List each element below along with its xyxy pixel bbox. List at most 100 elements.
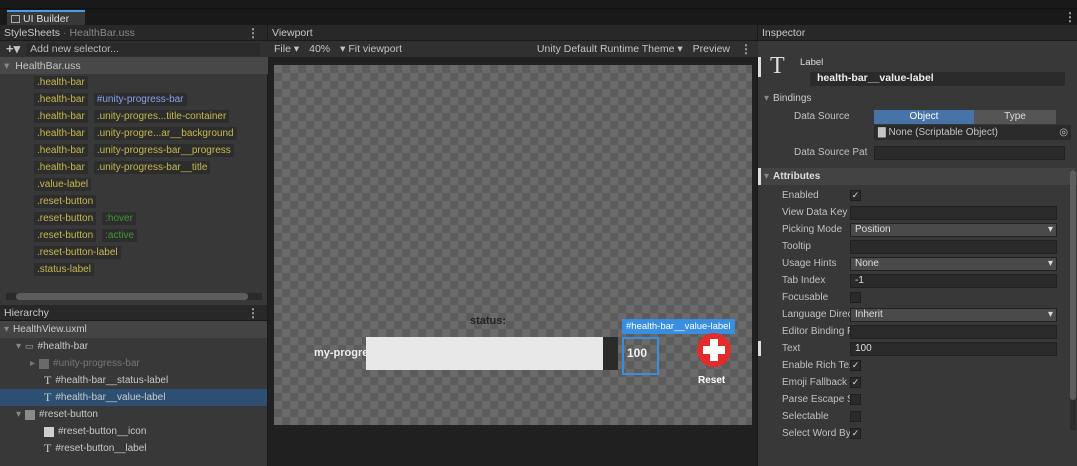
- scrollbar-thumb[interactable]: [16, 293, 248, 300]
- selector-row[interactable]: .reset-button: [0, 193, 268, 210]
- attribute-input[interactable]: 100: [850, 341, 1057, 356]
- selector-row[interactable]: .health-bar .unity-progres...title-contai…: [0, 108, 268, 125]
- tree-item-uxml[interactable]: ▾ HealthView.uxml: [0, 321, 267, 338]
- tree-item-label: #unity-progress-bar: [53, 358, 140, 369]
- attribute-row: Emoji Fallback Sup✓: [758, 374, 1069, 391]
- element-type: Label: [800, 57, 824, 68]
- expand-icon[interactable]: ▾: [16, 341, 21, 352]
- inspector-header: Inspector: [758, 25, 1077, 41]
- object-field-label: None (Scriptable Object): [888, 127, 998, 138]
- selector-row[interactable]: .health-bar .unity-progress-bar__progress: [0, 142, 268, 159]
- selector-row[interactable]: .health-bar .unity-progress-bar__title: [0, 159, 268, 176]
- attribute-value: ✓: [851, 360, 860, 370]
- selector-row[interactable]: .value-label: [0, 176, 268, 193]
- selector-row[interactable]: .health-bar #unity-progress-bar: [0, 91, 268, 108]
- attribute-checkbox[interactable]: ✓: [850, 377, 861, 388]
- tree-item-reset-button[interactable]: ▾ #reset-button: [0, 406, 267, 423]
- selector-tag: .health-bar: [34, 127, 88, 140]
- attributes-foldout[interactable]: ▾ Attributes: [758, 168, 1077, 185]
- tree-item-status-label[interactable]: T #health-bar__status-label: [0, 372, 267, 389]
- selector-list: ▾ HealthBar.uss .health-bar .health-bar #u…: [0, 57, 268, 278]
- element-name-field[interactable]: health-bar__value-label: [810, 72, 1065, 86]
- tab-ui-builder-label: UI Builder: [23, 12, 70, 25]
- attribute-dropdown[interactable]: Position ▾: [850, 222, 1057, 237]
- stylesheets-scrollbar[interactable]: [6, 293, 262, 300]
- theme-dropdown[interactable]: Unity Default Runtime Theme ▾: [537, 43, 683, 55]
- add-selector-field[interactable]: Add new selector...: [26, 42, 260, 56]
- selector-row[interactable]: .health-bar: [0, 74, 268, 91]
- expand-icon[interactable]: ▾: [764, 93, 769, 104]
- label-type-icon: T: [770, 53, 785, 79]
- reset-button-icon[interactable]: [697, 333, 731, 367]
- expand-icon[interactable]: ▾: [4, 60, 9, 72]
- selector-row[interactable]: .reset-button:hover: [0, 210, 268, 227]
- stylesheet-file-row[interactable]: ▾ HealthBar.uss: [0, 57, 268, 74]
- attribute-dropdown[interactable]: Inherit ▾: [850, 307, 1057, 322]
- attribute-label: Usage Hints: [782, 258, 837, 269]
- tree-item-progress-bar[interactable]: ▸ #unity-progress-bar: [0, 355, 267, 372]
- tree-item-health-bar[interactable]: ▾ ▭ #health-bar: [0, 338, 267, 355]
- tree-item-reset-label[interactable]: T #reset-button__label: [0, 440, 267, 457]
- object-toggle[interactable]: Object: [874, 109, 974, 124]
- attribute-checkbox[interactable]: [850, 292, 861, 303]
- file-menu[interactable]: File ▾: [274, 43, 299, 55]
- selector-tag: .health-bar: [34, 93, 88, 106]
- file-icon: ▇: [878, 127, 889, 138]
- override-indicator: [758, 168, 761, 185]
- attribute-input[interactable]: [850, 324, 1057, 339]
- bindings-foldout[interactable]: ▾ Bindings: [764, 90, 811, 107]
- attribute-input[interactable]: [850, 205, 1057, 220]
- attribute-input[interactable]: -1: [850, 273, 1057, 288]
- zoom-level[interactable]: 40%: [309, 43, 330, 55]
- collapse-icon[interactable]: ▸: [30, 358, 35, 369]
- selector-row[interactable]: .health-bar .unity-progre...ar__backgroun…: [0, 125, 268, 142]
- attribute-checkbox[interactable]: [850, 394, 861, 405]
- selector-tag: .unity-progre...ar__background: [93, 127, 237, 140]
- attribute-row: Selectable: [758, 408, 1069, 425]
- tree-item-value-label[interactable]: T #health-bar__value-label: [0, 389, 267, 406]
- reset-button-label[interactable]: Reset: [698, 375, 725, 386]
- value-label[interactable]: 100: [622, 337, 659, 375]
- data-source-path-input[interactable]: [874, 145, 1065, 160]
- attribute-label: Language Directio: [782, 309, 850, 320]
- window-menu-icon[interactable]: ⋮: [1064, 11, 1076, 23]
- attribute-checkbox[interactable]: ✓: [850, 428, 861, 439]
- object-picker-icon[interactable]: ◎: [1059, 127, 1068, 138]
- data-source-label: Data Source: [794, 111, 850, 122]
- dropdown-arrow-icon: ▾: [1047, 224, 1053, 235]
- attribute-checkbox[interactable]: [850, 411, 861, 422]
- expand-icon[interactable]: ▾: [764, 171, 769, 182]
- stylesheets-menu-icon[interactable]: ⋮: [247, 27, 259, 39]
- scrollbar-thumb[interactable]: [1070, 170, 1076, 400]
- expand-icon[interactable]: ▾: [4, 324, 9, 335]
- inspector-scrollbar[interactable]: [1070, 170, 1076, 430]
- preview-toggle[interactable]: Preview: [693, 43, 730, 55]
- selector-tag: .status-label: [34, 263, 94, 276]
- selector-row[interactable]: .reset-button:active: [0, 227, 268, 244]
- data-source-object-field[interactable]: ▇ None (Scriptable Object) ◎: [874, 125, 1071, 140]
- data-source-row: Data Source Object Type: [770, 108, 1077, 125]
- document-canvas[interactable]: status: my-progress 100 #health-bar__val…: [274, 65, 752, 425]
- attribute-checkbox[interactable]: ✓: [850, 190, 861, 201]
- pseudo-class-tag: :hover: [102, 212, 136, 225]
- fit-viewport-button[interactable]: ▾ Fit viewport: [340, 43, 402, 55]
- editor-top-strip: [0, 0, 1077, 9]
- attribute-value: Position: [855, 224, 891, 235]
- selector-row[interactable]: .status-label: [0, 261, 268, 278]
- selector-row[interactable]: .reset-button-label: [0, 244, 268, 261]
- add-stylesheet-icon[interactable]: +▾: [6, 41, 20, 57]
- hierarchy-header: Hierarchy ⋮: [0, 305, 267, 321]
- type-toggle[interactable]: Type: [974, 109, 1056, 124]
- attribute-label: View Data Key: [782, 207, 848, 218]
- tree-item-reset-icon[interactable]: #reset-button__icon: [0, 423, 267, 440]
- attribute-dropdown[interactable]: None ▾: [850, 256, 1057, 271]
- expand-icon[interactable]: ▾: [16, 409, 21, 420]
- attribute-row: Select Word By Dc✓: [758, 425, 1069, 442]
- selector-tag: .unity-progress-bar__title: [93, 161, 211, 174]
- hierarchy-menu-icon[interactable]: ⋮: [247, 307, 259, 319]
- attribute-checkbox[interactable]: ✓: [850, 360, 861, 371]
- inspector-pane: Inspector T Label health-bar__value-labe…: [758, 25, 1077, 466]
- tab-ui-builder[interactable]: UI Builder: [7, 10, 85, 25]
- viewport-menu-icon[interactable]: ⋮: [740, 43, 752, 55]
- attribute-input[interactable]: [850, 239, 1057, 254]
